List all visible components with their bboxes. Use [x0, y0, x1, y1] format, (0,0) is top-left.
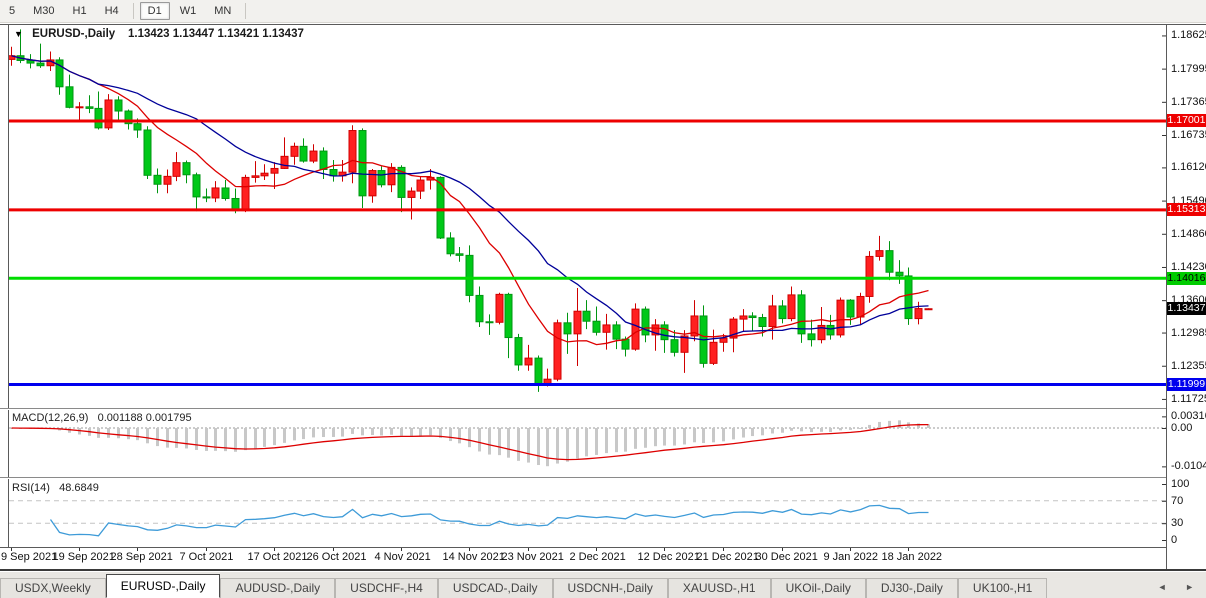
chart-title: ▼ EURUSD-,Daily 1.13423 1.13447 1.13421 … [14, 28, 304, 40]
chart-ohlc-values: 1.13423 1.13447 1.13421 1.13437 [128, 28, 304, 40]
date-axis-label: 18 Jan 2022 [882, 551, 943, 563]
date-axis-label: 12 Dec 2021 [638, 551, 700, 563]
chart-symbol-label: EURUSD-,Daily [32, 28, 115, 40]
date-axis-label: 2 Dec 2021 [570, 551, 626, 563]
trading-app-window: 5M30H1H4D1W1MN ▼ EURUSD-,Daily 1.13423 1… [0, 0, 1206, 597]
date-axis-label: 21 Dec 2021 [697, 551, 759, 563]
rsi-axis-label: 0 [1171, 534, 1177, 546]
date-axis-label: 19 Sep 2021 [53, 551, 115, 563]
tab-scroll-controls: ◄ ► [1158, 582, 1202, 592]
price-axis-tick: 1.17995 [1171, 63, 1206, 75]
price-axis-tick: 1.18625 [1171, 29, 1206, 41]
rsi-name: RSI(14) [12, 482, 50, 494]
price-badge-1.17001: 1.17001 [1167, 114, 1206, 127]
price-axis-tick: 1.14860 [1171, 228, 1206, 240]
symbol-tab-eurusd-daily[interactable]: EURUSD-,Daily [106, 574, 221, 598]
rsi-axis-label: 70 [1171, 495, 1183, 507]
date-axis-label: 17 Oct 2021 [248, 551, 308, 563]
date-axis-label: 9 Jan 2022 [824, 551, 878, 563]
macd-axis-label: -0.01043 [1171, 460, 1206, 472]
date-axis-label: 26 Oct 2021 [307, 551, 367, 563]
rsi-axis-label: 30 [1171, 517, 1183, 529]
macd-axis-label: 0.00 [1171, 422, 1192, 434]
symbol-tab-usdcnh-daily[interactable]: USDCNH-,Daily [553, 578, 668, 598]
date-axis-label: 28 Sep 2021 [111, 551, 173, 563]
price-axis-tick: 1.12985 [1171, 327, 1206, 339]
price-axis-tick: 1.11725 [1171, 393, 1206, 405]
symbol-tab-usdcad-daily[interactable]: USDCAD-,Daily [438, 578, 553, 598]
price-axis-tick: 1.16735 [1171, 129, 1206, 141]
macd-current-values: 0.001188 0.001795 [98, 412, 192, 424]
price-badge-1.14016: 1.14016 [1167, 272, 1206, 285]
macd-name: MACD(12,26,9) [12, 412, 88, 424]
macd-layer [10, 420, 930, 466]
date-axis-label: 7 Oct 2021 [180, 551, 234, 563]
symbol-tab-bar: USDX,WeeklyEURUSD-,DailyAUDUSD-,DailyUSD… [0, 571, 1206, 598]
date-axis-label: 4 Nov 2021 [375, 551, 431, 563]
date-axis-label: 9 Sep 2021 [1, 551, 57, 563]
macd-axis-label: 0.003165 [1171, 410, 1206, 422]
tab-scroll-right-icon[interactable]: ► [1185, 582, 1202, 592]
date-axis-label: 14 Nov 2021 [443, 551, 505, 563]
macd-indicator-label: MACD(12,26,9) 0.001188 0.001795 [12, 412, 192, 424]
rsi-axis-label: 100 [1171, 478, 1189, 490]
symbol-tab-uk100-h1[interactable]: UK100-,H1 [958, 578, 1047, 598]
tab-scroll-left-icon[interactable]: ◄ [1158, 582, 1175, 592]
price-axis-tick: 1.17365 [1171, 96, 1206, 108]
date-axis-label: 30 Dec 2021 [756, 551, 818, 563]
chart-dropdown-icon[interactable]: ▼ [14, 29, 23, 39]
chart-canvas [0, 0, 1206, 597]
rsi-current-value: 48.6849 [59, 482, 99, 494]
price-badge-1.15313: 1.15313 [1167, 203, 1206, 216]
price-badge-1.13437: 1.13437 [1167, 302, 1206, 315]
rsi-indicator-label: RSI(14) 48.6849 [12, 482, 99, 494]
symbol-tab-audusd-daily[interactable]: AUDUSD-,Daily [220, 578, 335, 598]
symbol-tab-xauusd-h1[interactable]: XAUUSD-,H1 [668, 578, 771, 598]
date-axis-label: 23 Nov 2021 [502, 551, 564, 563]
rsi-line [51, 505, 929, 535]
symbol-tab-dj30-daily[interactable]: DJ30-,Daily [866, 578, 958, 598]
price-axis-tick: 1.16120 [1171, 161, 1206, 173]
symbol-tab-usdchf-h4[interactable]: USDCHF-,H4 [335, 578, 438, 598]
symbol-tab-usdx-weekly[interactable]: USDX,Weekly [0, 578, 106, 598]
price-badge-1.11999: 1.11999 [1167, 378, 1206, 391]
price-axis-tick: 1.12355 [1171, 360, 1206, 372]
symbol-tab-ukoil-daily[interactable]: UKOil-,Daily [771, 578, 866, 598]
